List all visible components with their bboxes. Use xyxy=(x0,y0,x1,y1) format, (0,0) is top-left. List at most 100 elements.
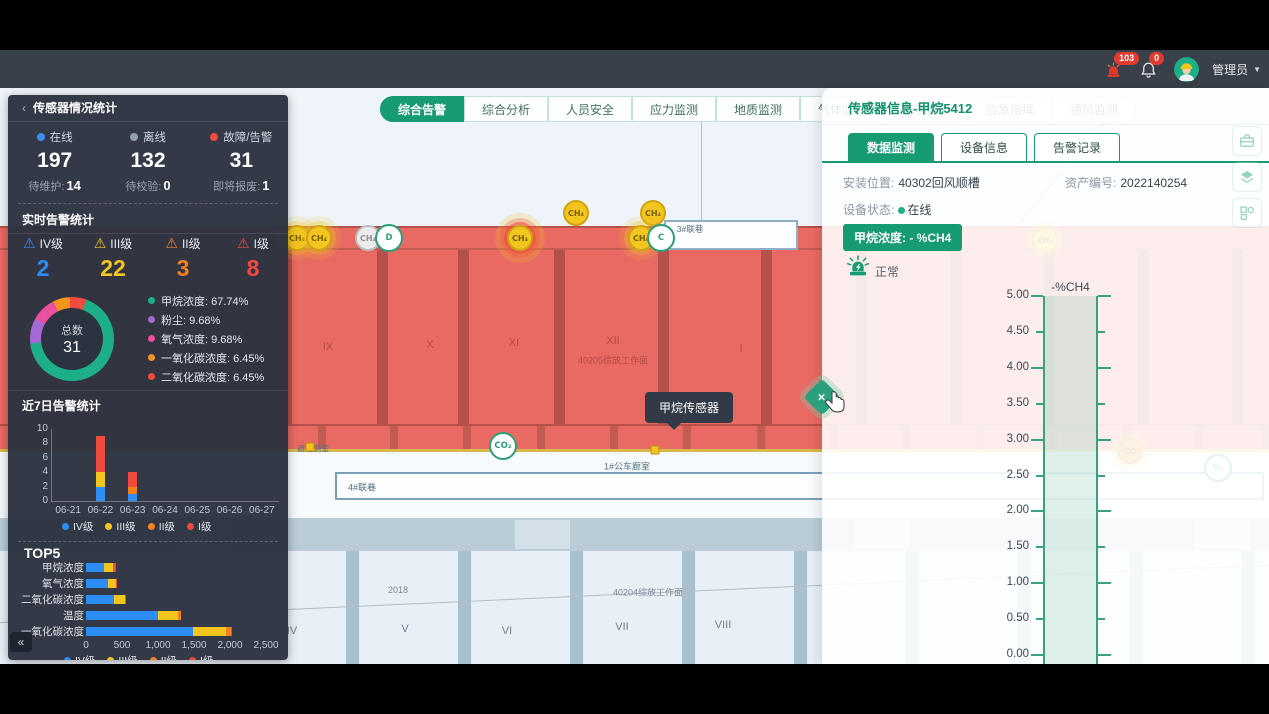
week-x-labels: 06-2106-2206-2306-2406-2506-2606-27 xyxy=(52,505,278,516)
siren-icon xyxy=(845,254,871,283)
legend-item-III级: III级 xyxy=(105,519,135,534)
bar-segment-IV级 xyxy=(86,627,193,636)
gauge-tick-left xyxy=(1036,475,1043,477)
gauge-tick-left xyxy=(1031,367,1043,369)
map-tab-应力监测[interactable]: 应力监测 xyxy=(632,96,716,122)
alarm-count-badge: 103 xyxy=(1114,52,1139,65)
top5-legend: IV级III级II级I级 xyxy=(64,653,213,660)
gauge-tick-label: 2.50 xyxy=(985,469,1029,481)
CH₄-marker[interactable]: CH₄ xyxy=(640,200,666,226)
divider xyxy=(18,541,278,542)
legend-dot xyxy=(62,523,69,530)
y-tick-label: 2 xyxy=(22,481,48,492)
user-menu[interactable]: 管理员▼ xyxy=(1212,61,1261,78)
map-tab-综合分析[interactable]: 综合分析 xyxy=(464,96,548,122)
status-故障/告警: 故障/告警31即将报废:1 xyxy=(195,129,288,194)
top5-row-一氧化碳浓度: 一氧化碳浓度 xyxy=(16,623,280,639)
layers-icon[interactable] xyxy=(1232,162,1262,192)
CH₄-marker[interactable]: CH₄ xyxy=(563,200,589,226)
bar-segment-II级 xyxy=(178,611,181,620)
install-location-row: 安装位置:40302回风顺槽 xyxy=(843,174,980,191)
x-tick-label: 1,000 xyxy=(145,640,170,651)
red-pillar xyxy=(377,250,388,424)
bar-segment-III级 xyxy=(108,579,116,588)
level-value: 8 xyxy=(218,255,288,282)
divider xyxy=(8,390,288,391)
gauge-tick-right xyxy=(1098,295,1111,297)
gauge-tick-right xyxy=(1098,582,1111,584)
blue-pillar xyxy=(794,551,807,664)
app-screen: 3#联巷IXXXIXIII40205综放工作面避难硐室1#公车廊室4#联巷201… xyxy=(0,0,1269,714)
map-control-group xyxy=(1232,126,1262,228)
realtime-alarm-title: 实时告警统计 xyxy=(8,207,288,234)
red-pillar-small xyxy=(757,426,765,449)
sensor-marker[interactable] xyxy=(651,446,660,455)
legend-item-II级: II级 xyxy=(150,653,177,660)
panel-tab-数据监测[interactable]: 数据监测 xyxy=(848,133,934,161)
legend-item-II级: II级 xyxy=(148,519,175,534)
gauge-tick-label: 4.50 xyxy=(985,325,1029,337)
CH₄-marker[interactable]: CH₄ xyxy=(507,225,533,251)
panel-tab-设备信息[interactable]: 设备信息 xyxy=(941,133,1027,161)
map-label-I: I xyxy=(739,343,742,355)
level-label: ⚠I级 xyxy=(218,235,288,252)
donut-center-label: 总数 xyxy=(61,322,83,338)
y-tick-label: 0 xyxy=(22,495,48,506)
status-在线: 在线197待维护:14 xyxy=(8,129,101,194)
warning-triangle-icon: ⚠ xyxy=(23,235,36,252)
bar-segment-I级 xyxy=(125,595,126,604)
install-location-value: 40302回风顺槽 xyxy=(898,176,979,190)
asset-number-row: 资产编号:2022140254 xyxy=(1065,174,1187,191)
briefcase-icon[interactable] xyxy=(1232,126,1262,156)
panel-tab-告警记录[interactable]: 告警记录 xyxy=(1034,133,1120,161)
top5-row-label: 温度 xyxy=(16,608,84,623)
map-tab-综合告警[interactable]: 综合告警 xyxy=(380,96,464,122)
legend-item-I级: I级 xyxy=(189,653,213,660)
map-tab-地质监测[interactable]: 地质监测 xyxy=(716,96,800,122)
bar-06-22 xyxy=(96,436,105,501)
gauge-tick-label: 3.50 xyxy=(985,397,1029,409)
legend-dot xyxy=(148,335,155,342)
panel-title: 传感器信息-甲烷5412 xyxy=(848,98,972,117)
red-pillar-small xyxy=(463,426,471,449)
x-tick-label: 500 xyxy=(114,640,131,651)
sidebar-collapse-button[interactable]: « xyxy=(10,632,32,652)
chevron-left-icon: ‹ xyxy=(22,101,26,115)
top5-row-bar xyxy=(86,595,126,604)
y-tick-label: 10 xyxy=(22,423,48,434)
donut-legend-item: 二氧化碳浓度: 6.45% xyxy=(148,367,284,386)
bar-segment-I级 xyxy=(128,472,137,486)
top5-row-二氧化碳浓度: 二氧化碳浓度 xyxy=(16,591,280,607)
user-avatar[interactable] xyxy=(1174,57,1199,82)
notification-bell[interactable]: 0 xyxy=(1139,57,1161,81)
donut-legend: 甲烷浓度: 67.74%粉尘: 9.68%氧气浓度: 9.68%一氧化碳浓度: … xyxy=(148,291,284,386)
gauge-tick-left xyxy=(1036,546,1043,548)
gauge-tick-left xyxy=(1031,295,1043,297)
bar-segment-III级 xyxy=(104,563,113,572)
CH₄-marker[interactable]: CH₄ xyxy=(306,225,332,251)
sensor-marker[interactable] xyxy=(306,443,315,452)
alarm-indicator[interactable]: 103 xyxy=(1104,57,1126,81)
sidebar-header[interactable]: ‹传感器情况统计 xyxy=(8,95,288,122)
map-tab-人员安全[interactable]: 人员安全 xyxy=(548,96,632,122)
CO₂-marker[interactable]: CO₂ xyxy=(489,432,517,460)
status-dot xyxy=(210,133,218,141)
C-marker[interactable]: C xyxy=(647,224,675,252)
donut-legend-item: 一氧化碳浓度: 6.45% xyxy=(148,348,284,367)
gauge-tick-label: 4.00 xyxy=(985,361,1029,373)
red-pillar-small xyxy=(683,426,691,449)
y-tick-label: 8 xyxy=(22,437,48,448)
map-label-1#公车廊室: 1#公车廊室 xyxy=(604,460,650,473)
sensor-status-row: 在线197待维护:14离线132待校验:0故障/告警31即将报废:1 xyxy=(8,129,288,194)
map-label-40204综放工作面: 40204综放工作面 xyxy=(613,586,683,599)
map-label-XII: XII xyxy=(606,335,619,347)
device-status-value: 在线 xyxy=(907,203,931,217)
donut-legend-item: 氧气浓度: 9.68% xyxy=(148,329,284,348)
status-label: 故障/告警 xyxy=(195,129,288,145)
legend-item-IV级: IV级 xyxy=(64,653,95,660)
D-marker[interactable]: D xyxy=(375,224,403,252)
status-sub: 待维护:14 xyxy=(8,178,101,194)
shapes-icon[interactable] xyxy=(1232,198,1262,228)
level-label: ⚠II级 xyxy=(148,235,218,252)
sensor-stats-sidebar: ‹传感器情况统计 在线197待维护:14离线132待校验:0故障/告警31即将报… xyxy=(8,95,288,660)
